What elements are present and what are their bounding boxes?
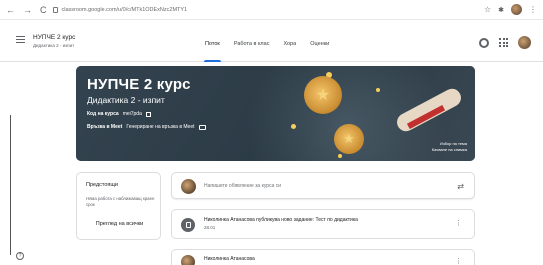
classroom-header: НУПЧЕ 2 курс Дидактика 2 - изпит Поток Р… <box>0 26 543 62</box>
browser-menu-icon[interactable]: ⋮ <box>529 5 537 14</box>
stream-post[interactable]: Николинка Атанасова публикува ново задан… <box>171 209 475 239</box>
lock-icon <box>52 6 58 13</box>
browser-toolbar: ← → C classroom.google.com/u/0/c/MTk1ODE… <box>0 0 543 20</box>
post-title[interactable]: Николинка Атанасова публикува ново задан… <box>204 217 358 223</box>
upcoming-empty-text: Няма работа с наближаващ краен срок <box>86 196 155 207</box>
class-section: Дидактика 2 - изпит <box>33 43 75 48</box>
class-code-value[interactable]: mei7pda <box>123 111 142 117</box>
post-date: 28.01 <box>204 225 216 230</box>
stream-post[interactable]: Николинка Атанасова ⋮ <box>171 249 475 265</box>
upload-photo-link[interactable]: Качване на снимка <box>432 147 467 153</box>
author-avatar <box>181 255 195 265</box>
reload-icon[interactable]: C <box>40 5 47 15</box>
class-code: Код на курса mei7pda <box>87 111 151 117</box>
address-text: classroom.google.com/u/0/c/MTk1ODExNzc2M… <box>61 6 188 13</box>
class-banner: ★ ★ НУПЧЕ 2 курс Дидактика 2 - изпит Код… <box>76 66 475 161</box>
class-code-label: Код на курса <box>87 111 119 117</box>
video-camera-icon[interactable] <box>198 124 206 130</box>
forward-icon[interactable]: → <box>23 5 32 15</box>
browser-profile-avatar[interactable] <box>511 4 522 15</box>
settings-gear-icon[interactable] <box>479 37 489 48</box>
class-name[interactable]: НУПЧЕ 2 курс <box>33 34 75 41</box>
announcement-placeholder[interactable]: Напишете обявление за курса си <box>204 183 281 189</box>
customize-theme[interactable]: Избор на тема Качване на снимка <box>432 141 467 153</box>
upcoming-title: Предстоящи <box>86 182 119 188</box>
header-actions <box>479 36 531 49</box>
meet-label: Връзка в Meet <box>87 124 123 130</box>
account-avatar[interactable] <box>518 36 531 49</box>
meet-generate-link[interactable]: Генериране на връзка в Meet <box>126 124 194 130</box>
decor-dot-icon <box>376 88 380 92</box>
banner-title: НУПЧЕ 2 курс <box>87 76 191 93</box>
bookmark-star-icon[interactable]: ☆ <box>484 5 491 14</box>
main-menu-icon[interactable] <box>16 36 25 43</box>
extension-icon[interactable]: ✱ <box>498 6 504 14</box>
google-apps-icon[interactable] <box>499 38 508 47</box>
tab-people[interactable]: Хора <box>276 26 303 62</box>
assignment-icon <box>181 218 195 232</box>
tab-stream[interactable]: Поток <box>198 26 227 62</box>
repost-icon[interactable]: ⇄ <box>457 182 464 191</box>
post-author: Николинка Атанасова <box>204 256 255 262</box>
class-tabs: Поток Работа в клас Хора Оценки <box>198 26 336 62</box>
fullscreen-code-icon[interactable] <box>145 111 151 117</box>
tab-classwork[interactable]: Работа в клас <box>227 26 277 62</box>
tab-grades[interactable]: Оценки <box>303 26 336 62</box>
upcoming-card: Предстоящи Няма работа с наближаващ крае… <box>76 172 161 240</box>
medal-icon: ★ <box>304 76 342 114</box>
more-options-icon[interactable]: ⋮ <box>455 220 462 227</box>
user-avatar <box>181 179 196 194</box>
decor-dot-icon <box>338 154 342 158</box>
more-options-icon[interactable]: ⋮ <box>455 258 462 265</box>
banner-subtitle: Дидактика 2 - изпит <box>87 95 165 105</box>
view-all-link[interactable]: Преглед на всички <box>77 221 162 227</box>
meet-link: Връзка в Meet Генериране на връзка в Mee… <box>87 124 206 130</box>
medal-icon: ★ <box>334 124 364 154</box>
help-icon[interactable]: ? <box>16 252 24 260</box>
announcement-composer[interactable]: Напишете обявление за курса си ⇄ <box>171 172 475 199</box>
left-divider <box>10 115 11 255</box>
browser-nav: ← → C <box>6 5 47 15</box>
browser-actions: ☆ ✱ ⋮ <box>484 4 537 15</box>
back-icon[interactable]: ← <box>6 5 15 15</box>
address-bar[interactable]: classroom.google.com/u/0/c/MTk1ODExNzc2M… <box>52 6 188 13</box>
decor-dot-icon <box>291 124 296 129</box>
